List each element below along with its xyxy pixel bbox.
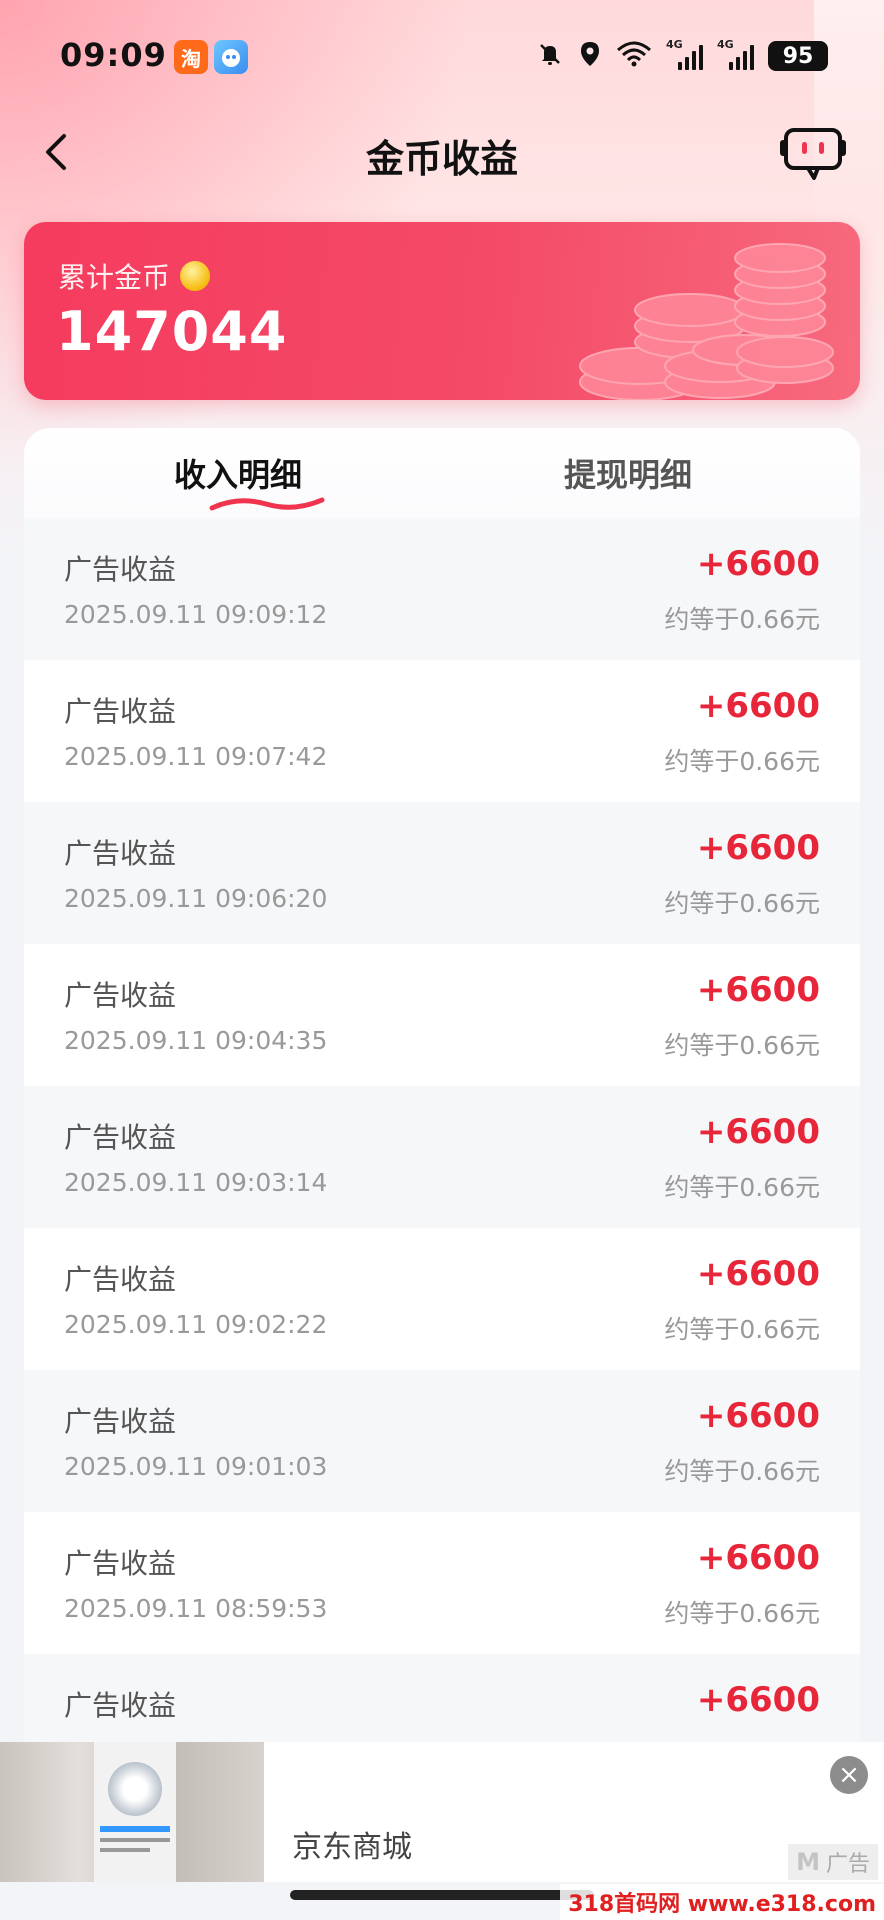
location-icon [578, 40, 602, 72]
customer-service-icon [780, 128, 846, 180]
status-time: 09:09 [60, 36, 167, 74]
gold-coin-icon [180, 261, 211, 291]
list-item[interactable]: 广告收益 2025.09.11 09:07:42 +6600 约等于0.66元 [24, 660, 860, 802]
record-approx-value: 约等于0.66元 [664, 747, 820, 776]
ad-brand-icon: M [796, 1848, 820, 1876]
customer-service-button[interactable] [778, 122, 848, 184]
record-title: 广告收益 [64, 695, 177, 728]
record-amount: +6600 [696, 544, 820, 584]
ad-thumbnail [0, 1742, 264, 1882]
record-amount: +6600 [696, 686, 820, 726]
list-item[interactable]: 广告收益 2025.09.11 09:06:20 +6600 约等于0.66元 [24, 802, 860, 944]
record-amount: +6600 [696, 828, 820, 868]
record-title: 广告收益 [64, 1263, 177, 1296]
ad-label-badge: M 广告 [788, 1844, 878, 1880]
record-time: 2025.09.11 09:02:22 [64, 1310, 328, 1339]
wifi-icon [616, 40, 652, 72]
record-time: 2025.09.11 09:03:14 [64, 1168, 328, 1197]
ad-banner[interactable]: 京东商城 × M 广告 [0, 1742, 884, 1882]
site-watermark: 318首码网 www.e318.com [560, 1884, 884, 1920]
coin-stack-illustration [579, 243, 834, 400]
record-time: 2025.09.11 09:04:35 [64, 1026, 328, 1055]
ad-label: 广告 [825, 1852, 870, 1877]
record-title: 广告收益 [64, 1121, 177, 1154]
record-amount: +6600 [696, 970, 820, 1010]
record-amount: +6600 [696, 1538, 820, 1578]
record-approx-value: 约等于0.66元 [664, 1315, 820, 1344]
signal-icon: 4G [666, 38, 703, 70]
mute-icon [536, 40, 564, 72]
record-approx-value: 约等于0.66元 [664, 1173, 820, 1202]
record-title: 广告收益 [64, 1405, 177, 1438]
coin-summary-card: 累计金币 147044 [24, 222, 860, 400]
tab-bar: 收入明细 提现明细 [24, 428, 860, 518]
active-tab-indicator [209, 497, 325, 511]
record-title: 广告收益 [64, 837, 177, 870]
record-time: 2025.09.11 08:59:53 [64, 1594, 328, 1623]
ad-poster-image [94, 1742, 176, 1882]
list-item[interactable]: 广告收益 2025.09.11 09:03:14 +6600 约等于0.66元 [24, 1086, 860, 1228]
record-title: 广告收益 [64, 1547, 177, 1580]
list-item[interactable]: 广告收益 2025.09.11 09:01:03 +6600 约等于0.66元 [24, 1370, 860, 1512]
record-approx-value: 约等于0.66元 [664, 1599, 820, 1628]
record-approx-value: 约等于0.66元 [664, 1031, 820, 1060]
nav-bar: 金币收益 [0, 112, 884, 192]
ad-advertiser-name: 京东商城 [292, 1830, 412, 1865]
record-amount: +6600 [696, 1112, 820, 1152]
list-item[interactable]: 广告收益 2025.09.11 09:09:12 +6600 约等于0.66元 [24, 518, 860, 660]
record-time: 2025.09.11 09:01:03 [64, 1452, 328, 1481]
signal-icon-2: 4G [717, 38, 754, 70]
app-mascot-icon [214, 40, 248, 74]
home-indicator[interactable] [290, 1890, 594, 1900]
battery-icon: 95 [768, 41, 828, 71]
tab-income-detail[interactable]: 收入明细 [174, 450, 302, 496]
record-approx-value: 约等于0.66元 [664, 1457, 820, 1486]
coin-total: 147044 [56, 300, 288, 363]
record-time: 2025.09.11 09:06:20 [64, 884, 328, 913]
coin-label-wrap: 累计金币 [58, 256, 211, 296]
coin-label: 累计金币 [58, 261, 171, 294]
record-amount: +6600 [696, 1396, 820, 1436]
list-item[interactable]: 广告收益 2025.09.11 08:59:53 +6600 约等于0.66元 [24, 1512, 860, 1654]
list-item[interactable]: 广告收益 2025.09.11 09:04:35 +6600 约等于0.66元 [24, 944, 860, 1086]
ad-close-button[interactable]: × [830, 1756, 868, 1794]
record-title: 广告收益 [64, 1689, 177, 1722]
record-amount: +6600 [696, 1254, 820, 1294]
income-record-list: 广告收益 2025.09.11 09:09:12 +6600 约等于0.66元 … [24, 518, 860, 1796]
record-title: 广告收益 [64, 553, 177, 586]
record-approx-value: 约等于0.66元 [664, 605, 820, 634]
tab-withdraw-detail[interactable]: 提现明细 [564, 450, 692, 496]
taobao-icon: 淘 [174, 40, 208, 74]
record-time: 2025.09.11 09:09:12 [64, 600, 328, 629]
page-title: 金币收益 [365, 137, 518, 181]
status-icons: 4G 4G 95 [536, 36, 828, 76]
record-approx-value: 约等于0.66元 [664, 889, 820, 918]
record-amount: +6600 [696, 1680, 820, 1720]
record-time: 2025.09.11 09:07:42 [64, 742, 328, 771]
record-title: 广告收益 [64, 979, 177, 1012]
status-bar: 09:09 淘 4G 4G 95 [0, 0, 884, 110]
list-item[interactable]: 广告收益 2025.09.11 09:02:22 +6600 约等于0.66元 [24, 1228, 860, 1370]
